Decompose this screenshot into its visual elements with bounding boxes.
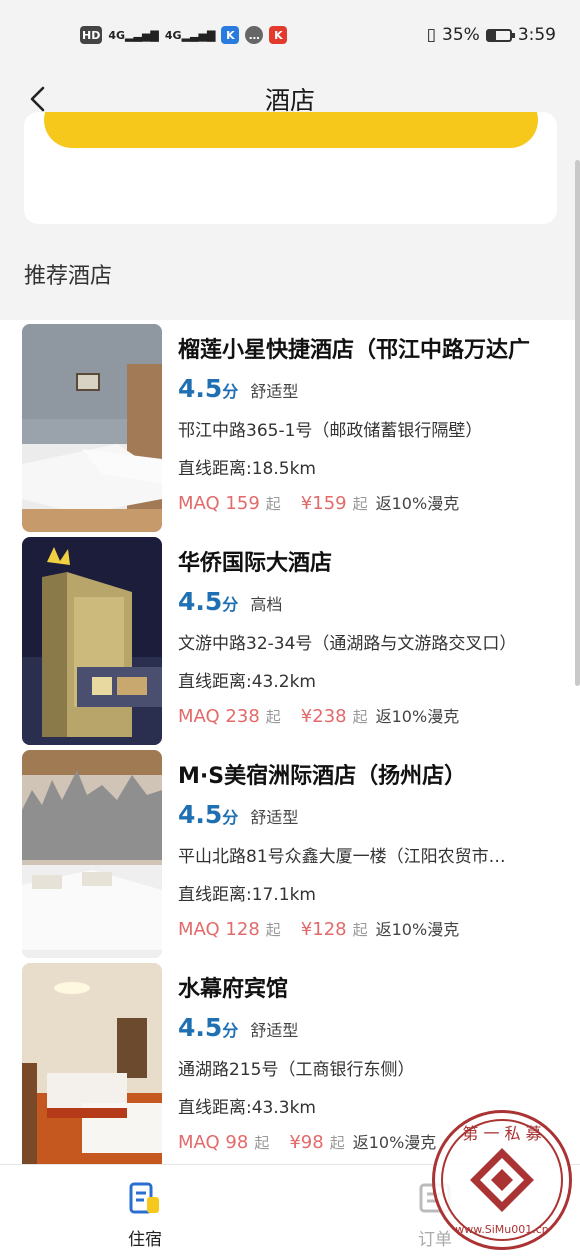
app-k-red-icon: K	[269, 26, 288, 44]
score-unit: 分	[222, 595, 239, 614]
hotel-score: 4.5分	[178, 587, 238, 616]
chevron-left-icon	[30, 86, 45, 112]
status-icons-right: ▯ 35% 3:59	[427, 25, 556, 45]
price-row: MAQ 238 起 ¥238 起 返10%漫克	[178, 703, 558, 727]
watermark-stamp: 第 一 私 募 www.SiMu001.cn	[432, 1110, 572, 1250]
hotel-photo	[22, 537, 162, 745]
price-row: MAQ 159 起 ¥159 起 返10%漫克	[178, 490, 558, 514]
hotel-building-image	[22, 537, 162, 745]
price-qi-label: 起	[329, 1134, 345, 1152]
hotel-info: 华侨国际大酒店 4.5分 高档 文游中路32-34号（通湖路与文游路交叉口） 直…	[178, 545, 558, 727]
hotel-distance: 直线距离:43.2km	[178, 672, 316, 692]
signal-strength-1: 4G▂▃▅▇	[108, 28, 159, 42]
hotel-distance: 直线距离:18.5km	[178, 459, 316, 479]
search-card	[24, 112, 557, 224]
hotel-name: M·S美宿洲际酒店（扬州店）	[178, 764, 467, 788]
search-button[interactable]	[44, 112, 538, 148]
hotel-type: 高档	[250, 595, 283, 614]
cashback-label: 返10%漫克	[375, 494, 460, 513]
hotel-room-image	[22, 750, 162, 958]
hotel-item[interactable]: 榴莲小星快捷酒店（邗江中路万达广 4.5分 舒适型 邗江中路365-1号（邮政储…	[0, 320, 580, 532]
vibrate-icon: ▯	[426, 25, 437, 45]
price-maq: MAQ 128	[178, 919, 260, 940]
score-value: 4.5	[178, 587, 223, 616]
watermark-bottom-text: www.SiMu001.cn	[455, 1223, 549, 1236]
hotel-room-image	[22, 324, 162, 532]
price-cny: ¥98	[289, 1132, 324, 1153]
score-value: 4.5	[178, 800, 223, 829]
battery-percent: 35%	[442, 25, 480, 45]
battery-icon	[485, 28, 515, 42]
score-unit: 分	[222, 808, 239, 827]
price-qi-label: 起	[265, 921, 281, 939]
hotel-score: 4.5分	[178, 1013, 238, 1042]
cashback-label: 返10%漫克	[352, 1133, 437, 1152]
price-row: MAQ 128 起 ¥128 起 返10%漫克	[178, 916, 558, 940]
hotel-address: 通湖路215号（工商银行东侧）	[178, 1060, 415, 1079]
price-maq: MAQ 238	[178, 706, 260, 727]
hotel-address: 平山北路81号众鑫大厦一楼（江阳农贸市…	[178, 847, 506, 866]
hotel-name: 水幕府宾馆	[178, 977, 289, 1001]
hotel-name: 榴莲小星快捷酒店（邗江中路万达广	[178, 338, 531, 362]
scrollbar[interactable]	[575, 160, 580, 686]
document-icon	[129, 1182, 159, 1214]
hotel-list[interactable]: 榴莲小星快捷酒店（邗江中路万达广 4.5分 舒适型 邗江中路365-1号（邮政储…	[0, 320, 580, 1164]
hotel-type: 舒适型	[250, 1021, 299, 1040]
tab-lodging[interactable]: 住宿	[0, 1165, 290, 1257]
cashback-label: 返10%漫克	[375, 920, 460, 939]
rating-row: 4.5分 舒适型	[178, 800, 558, 832]
battery-fill	[487, 30, 496, 40]
hotel-photo	[22, 963, 162, 1164]
hotel-score: 4.5分	[178, 800, 238, 829]
watermark-logo-icon: 第 一 私 募 www.SiMu001.cn	[441, 1119, 563, 1241]
tab-lodging-label: 住宿	[128, 1230, 162, 1250]
status-icons-left: HD 4G▂▃▅▇ 4G▂▃▅▇ K … K	[80, 26, 288, 44]
chat-icon: …	[245, 26, 264, 44]
price-qi-label: 起	[265, 708, 281, 726]
score-value: 4.5	[178, 374, 223, 403]
hotel-type: 舒适型	[250, 808, 299, 827]
price-qi-label: 起	[265, 495, 281, 513]
hotel-type: 舒适型	[250, 382, 299, 401]
hotel-distance: 直线距离:17.1km	[178, 885, 316, 905]
hotel-info: 榴莲小星快捷酒店（邗江中路万达广 4.5分 舒适型 邗江中路365-1号（邮政储…	[178, 332, 558, 514]
rating-row: 4.5分 高档	[178, 587, 558, 619]
hotel-room-image	[22, 963, 162, 1164]
hotel-item[interactable]: M·S美宿洲际酒店（扬州店） 4.5分 舒适型 平山北路81号众鑫大厦一楼（江阳…	[0, 746, 580, 958]
status-bar: HD 4G▂▃▅▇ 4G▂▃▅▇ K … K ▯ 35% 3:59	[0, 0, 580, 70]
hotel-item[interactable]: 华侨国际大酒店 4.5分 高档 文游中路32-34号（通湖路与文游路交叉口） 直…	[0, 533, 580, 745]
price-qi-label: 起	[254, 1134, 270, 1152]
rating-row: 4.5分 舒适型	[178, 374, 558, 406]
score-unit: 分	[222, 1021, 239, 1040]
price-maq: MAQ 98	[178, 1132, 249, 1153]
price-maq: MAQ 159	[178, 493, 260, 514]
rating-row: 4.5分 舒适型	[178, 1013, 558, 1045]
hotel-address: 邗江中路365-1号（邮政储蓄银行隔壁）	[178, 421, 483, 440]
price-cny: ¥238	[300, 706, 347, 727]
clock: 3:59	[517, 25, 556, 45]
signal-2-label: 4G	[164, 28, 182, 42]
score-unit: 分	[222, 382, 239, 401]
hotel-info: M·S美宿洲际酒店（扬州店） 4.5分 舒适型 平山北路81号众鑫大厦一楼（江阳…	[178, 758, 558, 940]
price-cny: ¥128	[300, 919, 347, 940]
hotel-score: 4.5分	[178, 374, 238, 403]
signal-strength-2: 4G▂▃▅▇	[164, 28, 216, 42]
score-value: 4.5	[178, 1013, 223, 1042]
hotel-photo	[22, 324, 162, 532]
signal-1-label: 4G	[108, 28, 126, 42]
watermark-top-text: 第 一 私 募	[462, 1124, 541, 1143]
hd-badge: HD	[80, 26, 103, 44]
price-qi-label: 起	[352, 921, 368, 939]
price-cny: ¥159	[300, 493, 347, 514]
hotel-name: 华侨国际大酒店	[178, 551, 333, 575]
hotel-photo	[22, 750, 162, 958]
cashback-label: 返10%漫克	[375, 707, 460, 726]
price-qi-label: 起	[352, 495, 368, 513]
price-qi-label: 起	[352, 708, 368, 726]
section-title: 推荐酒店	[24, 264, 113, 289]
app-k-blue-icon: K	[221, 26, 240, 44]
hotel-address: 文游中路32-34号（通湖路与文游路交叉口）	[178, 634, 517, 653]
